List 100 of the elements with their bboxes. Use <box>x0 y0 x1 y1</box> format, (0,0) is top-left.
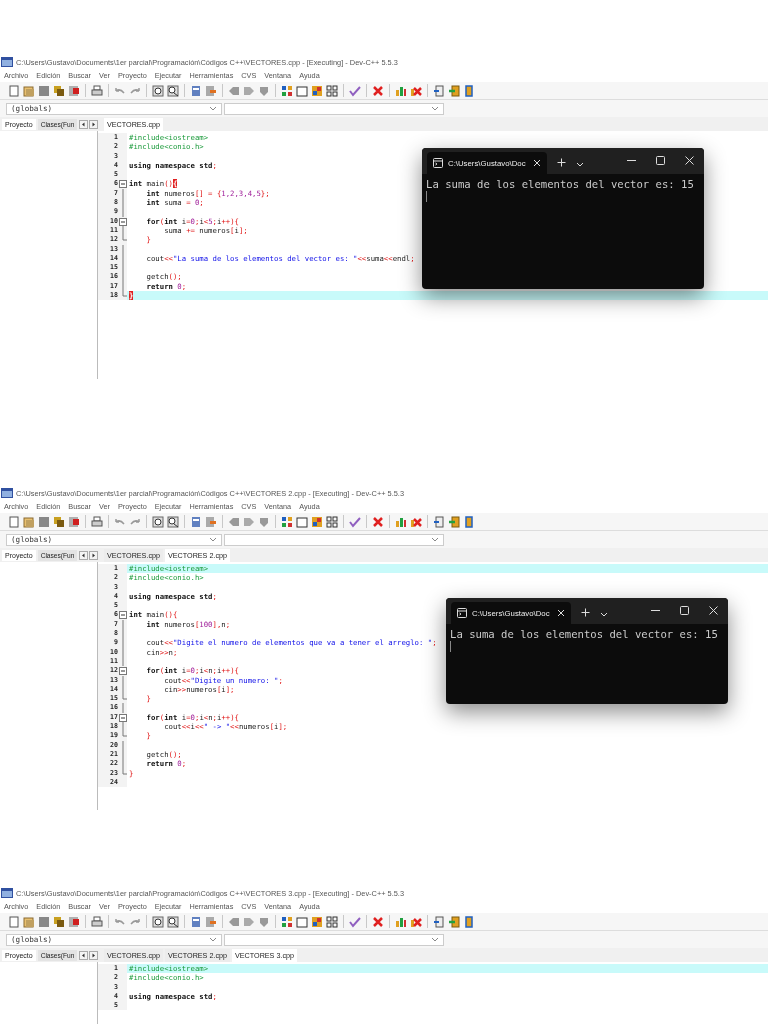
close-file-icon[interactable] <box>68 515 80 528</box>
cross-icon[interactable] <box>372 515 384 528</box>
chart-cross-icon[interactable] <box>410 915 422 928</box>
color-grid-icon[interactable] <box>311 515 323 528</box>
terminal-icon <box>457 608 467 618</box>
disks-icon[interactable] <box>53 84 65 97</box>
color-grid-icon[interactable] <box>311 84 323 97</box>
exit-icon[interactable] <box>448 84 460 97</box>
page-icon[interactable] <box>8 515 20 528</box>
folder-icon[interactable] <box>23 84 35 97</box>
door-icon[interactable] <box>433 84 445 97</box>
console-output: La suma de los elementos del vector es: 15 <box>450 628 719 640</box>
new-tab-icon[interactable] <box>581 608 590 617</box>
window-icon[interactable] <box>296 515 308 528</box>
page-icon[interactable] <box>8 915 20 928</box>
printer-icon[interactable] <box>91 915 103 928</box>
exit-icon[interactable] <box>448 915 460 928</box>
close-icon[interactable] <box>709 606 718 615</box>
grid-icon[interactable] <box>281 515 293 528</box>
cross-icon[interactable] <box>372 84 384 97</box>
bar-chart-icon[interactable] <box>395 515 407 528</box>
replace-icon[interactable] <box>167 515 179 528</box>
folder-icon[interactable] <box>23 515 35 528</box>
left-bookmark-icon[interactable] <box>228 515 240 528</box>
unindent-icon[interactable] <box>205 915 217 928</box>
page-icon[interactable] <box>8 84 20 97</box>
indent-icon[interactable] <box>190 84 202 97</box>
maximize-icon[interactable] <box>680 606 689 615</box>
left-bookmark-icon[interactable] <box>228 915 240 928</box>
replace-icon[interactable] <box>167 915 179 928</box>
scroll-left-icon[interactable] <box>79 119 89 129</box>
caret-icon <box>431 937 439 942</box>
scroll-right-icon[interactable] <box>89 119 99 129</box>
app-icon <box>1 57 13 67</box>
collapse-icon[interactable] <box>118 179 127 190</box>
maximize-icon[interactable] <box>656 156 665 165</box>
caret-icon <box>431 106 439 111</box>
grid-icon[interactable] <box>281 915 293 928</box>
check-icon[interactable] <box>349 515 361 528</box>
tiles-icon[interactable] <box>326 84 338 97</box>
replace-icon[interactable] <box>167 84 179 97</box>
close-icon[interactable] <box>557 609 565 617</box>
close-file-icon[interactable] <box>68 84 80 97</box>
indent-icon[interactable] <box>190 915 202 928</box>
bar-chart-icon[interactable] <box>395 915 407 928</box>
bar-chart-icon[interactable] <box>395 84 407 97</box>
shield-icon[interactable] <box>258 915 270 928</box>
grid-icon[interactable] <box>281 84 293 97</box>
unindent-icon[interactable] <box>205 84 217 97</box>
door-icon[interactable] <box>433 515 445 528</box>
close-file-icon[interactable] <box>68 915 80 928</box>
printer-icon[interactable] <box>91 515 103 528</box>
close-icon[interactable] <box>685 156 694 165</box>
dropdown-icon[interactable] <box>600 612 608 617</box>
check-icon[interactable] <box>349 84 361 97</box>
shield-icon[interactable] <box>258 84 270 97</box>
left-bookmark-icon[interactable] <box>228 84 240 97</box>
indent-icon[interactable] <box>190 515 202 528</box>
device-icon[interactable] <box>463 515 475 528</box>
folder-icon[interactable] <box>23 915 35 928</box>
device-icon[interactable] <box>463 915 475 928</box>
disks-icon[interactable] <box>53 515 65 528</box>
check-icon[interactable] <box>349 915 361 928</box>
app-icon <box>1 888 13 898</box>
tiles-icon[interactable] <box>326 515 338 528</box>
close-icon[interactable] <box>533 159 541 167</box>
chart-cross-icon[interactable] <box>410 515 422 528</box>
collapse-icon[interactable] <box>118 712 127 723</box>
scroll-right-icon[interactable] <box>89 550 99 560</box>
caret-icon <box>209 106 217 111</box>
search-icon[interactable] <box>152 84 164 97</box>
disks-icon[interactable] <box>53 915 65 928</box>
chart-cross-icon[interactable] <box>410 84 422 97</box>
caret-icon <box>209 537 217 542</box>
text-cursor <box>450 641 451 652</box>
scroll-left-icon[interactable] <box>79 950 89 960</box>
color-grid-icon[interactable] <box>311 915 323 928</box>
cross-icon[interactable] <box>372 915 384 928</box>
scroll-right-icon[interactable] <box>89 950 99 960</box>
text-cursor <box>426 191 427 202</box>
collapse-icon[interactable] <box>118 216 127 227</box>
dropdown-icon[interactable] <box>576 162 584 167</box>
exit-icon[interactable] <box>448 515 460 528</box>
app-icon <box>1 488 13 498</box>
window-icon[interactable] <box>296 915 308 928</box>
collapse-icon[interactable] <box>118 666 127 677</box>
window-icon[interactable] <box>296 84 308 97</box>
tiles-icon[interactable] <box>326 915 338 928</box>
unindent-icon[interactable] <box>205 515 217 528</box>
shield-icon[interactable] <box>258 515 270 528</box>
door-icon[interactable] <box>433 915 445 928</box>
caret-icon <box>209 937 217 942</box>
terminal-icon <box>433 158 443 168</box>
scroll-left-icon[interactable] <box>79 550 89 560</box>
search-icon[interactable] <box>152 515 164 528</box>
search-icon[interactable] <box>152 915 164 928</box>
new-tab-icon[interactable] <box>557 158 566 167</box>
printer-icon[interactable] <box>91 84 103 97</box>
device-icon[interactable] <box>463 84 475 97</box>
collapse-icon[interactable] <box>118 610 127 621</box>
